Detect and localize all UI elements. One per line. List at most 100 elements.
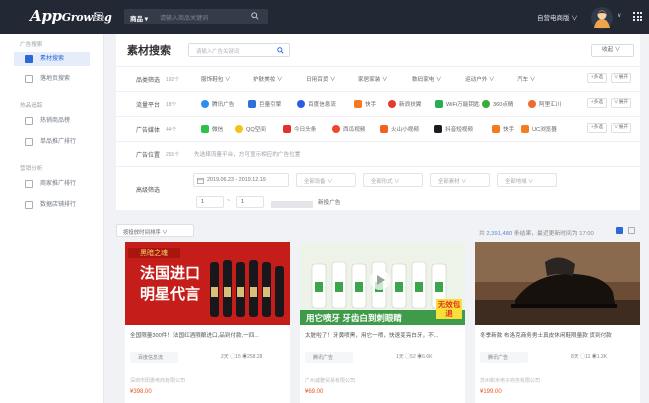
cart-icon xyxy=(25,117,33,125)
sidebar-group-title: 广告搜索 xyxy=(20,42,43,48)
price: ¥199.00 xyxy=(480,389,502,395)
search-icon[interactable] xyxy=(277,47,284,54)
platform-option[interactable]: 360点睛 xyxy=(482,100,514,108)
advertiser-name[interactable]: 苏州新禾电子商务有限公司 xyxy=(480,377,540,384)
media-option[interactable]: 火山小视频 xyxy=(380,125,419,133)
multi-select-button[interactable]: +多选 xyxy=(587,98,607,108)
platform-option[interactable]: 快手 xyxy=(354,100,376,108)
360-icon xyxy=(482,100,490,108)
user-avatar[interactable] xyxy=(591,7,613,29)
filter-row-category: 品类筛选 192个 服饰鞋包 ∨ 护肤美妆 ∨ 日用百货 ∨ 家居家装 ∨ 数码… xyxy=(116,66,640,91)
sidebar-item-product-ranking[interactable]: 单品推广排行 xyxy=(14,135,90,149)
page-icon xyxy=(25,75,33,83)
platform-option[interactable]: 巨量引擎 xyxy=(248,100,281,108)
wechat-icon xyxy=(201,125,209,133)
sidebar-item-hot-products[interactable]: 热销商品榜 xyxy=(14,114,90,128)
tencent-ads-icon xyxy=(201,100,209,108)
user-menu-chevron-icon[interactable]: ∨ xyxy=(617,12,621,19)
sort-select[interactable]: 按投放时间排序 ∨ xyxy=(116,224,194,237)
apps-grid-icon[interactable] xyxy=(633,12,642,21)
category-option[interactable]: 汽车 ∨ xyxy=(517,75,535,83)
expand-button[interactable]: ∨展开 xyxy=(611,123,631,133)
sidebar-item-material-search[interactable]: 素材搜索 xyxy=(14,52,90,66)
sidebar-item-landing-search[interactable]: 落地页搜索 xyxy=(14,72,90,86)
region-select[interactable]: 全部地域 ∨ xyxy=(497,173,557,187)
media-option[interactable]: 今日头条 xyxy=(283,125,316,133)
menu-toggle-icon[interactable] xyxy=(94,12,103,21)
ad-image-caption: 用它喷牙 牙齿白到刺眼睛 xyxy=(306,313,402,323)
platform-option[interactable]: 百度信息流 xyxy=(297,100,336,108)
device-select[interactable]: 全部设备 ∨ xyxy=(296,173,356,187)
multi-select-button[interactable]: +多选 xyxy=(587,123,607,133)
ad-image-wine[interactable]: 黑暗之魂 法国进口 明星代言 xyxy=(125,242,290,325)
media-option[interactable]: 抖音短视频 xyxy=(434,125,473,133)
new-ads-checkbox[interactable]: 新投广告 xyxy=(318,198,340,206)
edition-switch[interactable]: 自营电商版 ∨ xyxy=(537,12,578,22)
filter-row-advanced: 高级筛选 2019.06.23 - 2019.12.19 全部设备 ∨ 全部形式… xyxy=(116,166,640,210)
ad-stats: 1天 ◯52 ◉6.6K xyxy=(396,354,433,360)
search-category-select[interactable]: 商品 ▾ xyxy=(130,13,148,23)
ad-title[interactable]: 冬季新款 布洛克商务男士真皮休闲鞋限量款 货到付款 xyxy=(480,331,635,339)
category-option[interactable]: 护肤美妆 ∨ xyxy=(253,75,283,83)
ad-title[interactable]: 全国限量300件！法国红酒限酿进口,品到付款,一四... xyxy=(130,331,285,339)
material-select[interactable]: 全部素材 ∨ xyxy=(430,173,490,187)
media-option[interactable]: 快手 xyxy=(492,125,514,133)
advertiser-name[interactable]: 广州诚雅贸易有限公司 xyxy=(305,377,355,384)
range-separator: ~ xyxy=(227,198,231,204)
expand-button[interactable]: ∨展开 xyxy=(611,98,631,108)
main-content: 素材搜索 请输入广告关键词 收起 ∨ 品类筛选 192个 服饰鞋包 ∨ 护肤美妆… xyxy=(116,34,640,403)
material-search-input[interactable]: 请输入广告关键词 xyxy=(188,43,290,57)
sidebar-item-merchant-ranking[interactable]: 商家推广排行 xyxy=(14,177,90,191)
shop-icon xyxy=(25,180,33,188)
range-max-input[interactable]: 1 xyxy=(236,196,264,208)
filter-row-media: 广告媒体 44个 微信 QQ空间 今日头条 西瓜视频 火山小视频 抖音短视频 快… xyxy=(116,116,640,141)
huoshan-icon xyxy=(380,125,388,133)
ad-card[interactable]: 用它喷牙 牙齿白到刺眼睛 无效包退 太脏啦了！牙黄喷黑，用它一喷，快速变亮白牙，… xyxy=(300,242,465,403)
format-select[interactable]: 全部形式 ∨ xyxy=(363,173,423,187)
ad-title[interactable]: 太脏啦了！牙黄喷黑，用它一喷，快速变亮白牙，不... xyxy=(305,331,460,339)
sidebar: 广告搜索 素材搜索 落地页搜索 热品追踪 热销商品榜 单品推广排行 营销分析 商… xyxy=(0,34,104,403)
calendar-icon xyxy=(197,177,204,184)
advertiser-name[interactable]: 深圳市阳惠电商有限公司 xyxy=(130,377,185,384)
date-range-picker[interactable]: 2019.06.23 - 2019.12.19 xyxy=(193,173,289,187)
multi-select-button[interactable]: +多选 xyxy=(587,73,607,83)
ocean-engine-icon xyxy=(248,100,256,108)
platform-option[interactable]: 阿里汇川 xyxy=(528,100,561,108)
grid-view-icon[interactable] xyxy=(616,227,623,234)
category-option[interactable]: 数码家电 ∨ xyxy=(412,75,442,83)
ad-card[interactable]: 黑暗之魂 法国进口 明星代言 全国限量300件！法国红酒限酿进口,品到付款,一四… xyxy=(125,242,290,403)
sidebar-group-title: 营销分析 xyxy=(20,166,43,172)
category-option[interactable]: 运动户外 ∨ xyxy=(465,75,495,83)
top-bar: AppGrowing 商品 ▾ 请输入商品关键词 自营电商版 ∨ ∨ xyxy=(0,0,649,34)
ad-stats: 2天 ◯15 ◉258.28 xyxy=(221,354,263,360)
media-option[interactable]: UC浏览器 xyxy=(521,125,557,133)
range-slider[interactable] xyxy=(271,201,313,208)
category-option[interactable]: 服饰鞋包 ∨ xyxy=(201,75,231,83)
sidebar-item-store-ranking[interactable]: 数据店铺排行 xyxy=(14,198,90,212)
kuaishou-icon xyxy=(492,125,500,133)
collapse-button[interactable]: 收起 ∨ xyxy=(591,44,634,57)
ad-image-caption: 明星代言 xyxy=(140,286,201,303)
media-option[interactable]: QQ空间 xyxy=(235,125,266,133)
filter-row-position: 广告位置 291个 先选择流量平台，方可显示相应的广告位置 xyxy=(116,141,640,166)
ad-card[interactable]: 冬季新款 布洛克商务男士真皮休闲鞋限量款 货到付款 腾讯广告 8天 ◯11 ◉1… xyxy=(475,242,640,403)
platform-option[interactable]: 腾讯广告 xyxy=(201,100,234,108)
expand-button[interactable]: ∨展开 xyxy=(611,73,631,83)
search-input[interactable]: 请输入商品关键词 xyxy=(160,13,208,22)
qzone-icon xyxy=(235,125,243,133)
category-option[interactable]: 家居家装 ∨ xyxy=(358,75,388,83)
platform-option[interactable]: 新浪扶翼 xyxy=(388,100,421,108)
ad-image-shoes[interactable] xyxy=(475,242,640,325)
ad-image-badge: 无效包退 xyxy=(436,299,462,319)
range-min-input[interactable]: 1 xyxy=(196,196,224,208)
category-option[interactable]: 日用百货 ∨ xyxy=(306,75,336,83)
media-option[interactable]: 微信 xyxy=(201,125,223,133)
toutiao-icon xyxy=(283,125,291,133)
list-view-icon[interactable] xyxy=(628,227,635,234)
global-search[interactable]: 商品 ▾ 请输入商品关键词 xyxy=(124,9,268,24)
search-icon[interactable] xyxy=(251,12,259,20)
sidebar-group-title: 热品追踪 xyxy=(20,103,43,109)
ad-image-toothspray[interactable]: 用它喷牙 牙齿白到刺眼睛 无效包退 xyxy=(300,242,465,325)
platform-option[interactable]: WiFi万能钥匙 xyxy=(435,100,480,108)
media-option[interactable]: 西瓜视频 xyxy=(332,125,365,133)
